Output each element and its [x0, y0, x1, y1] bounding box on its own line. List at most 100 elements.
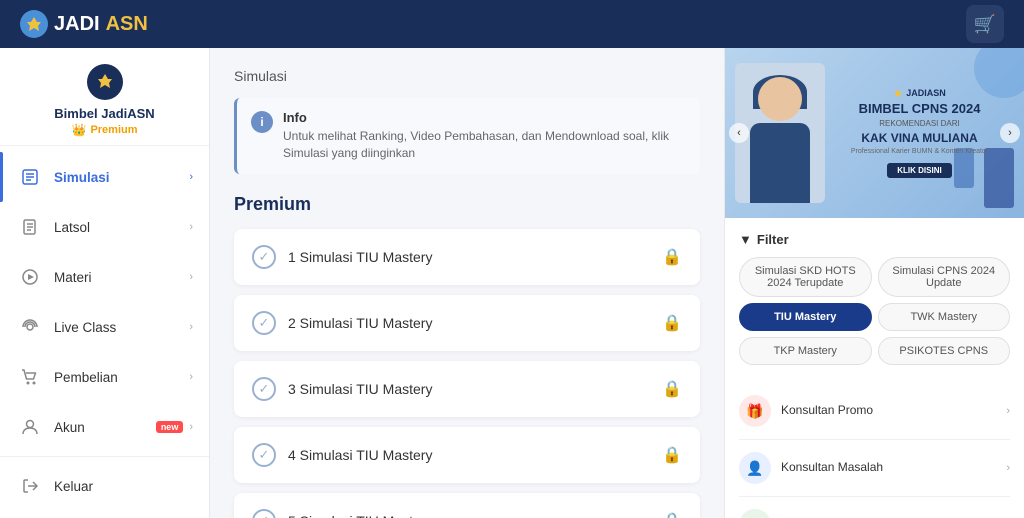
keluar-label: Keluar: [54, 479, 193, 494]
simulasi-item-5[interactable]: ✓ 5 Simulasi TIU Mastery 🔒: [234, 493, 700, 518]
sidebar-item-materi[interactable]: Materi ›: [0, 252, 209, 302]
section-title: Simulasi: [234, 68, 700, 84]
konsultan-promo-icon: 🎁: [739, 395, 771, 427]
banner-cta[interactable]: KLIK DISINI: [887, 163, 951, 178]
filter-skd[interactable]: Simulasi SKD HOTS 2024 Terupdate: [739, 257, 872, 297]
live-class-chevron: ›: [189, 321, 193, 333]
simulasi-chevron: ›: [189, 171, 193, 183]
simulasi-name-5: 5 Simulasi TIU Mastery: [288, 513, 432, 518]
header: JADI ASN 🛒: [0, 0, 1024, 48]
cart-button[interactable]: 🛒: [966, 5, 1004, 43]
lock-icon-3: 🔒: [662, 379, 682, 399]
simulasi-item-4[interactable]: ✓ 4 Simulasi TIU Mastery 🔒: [234, 427, 700, 483]
lock-icon-1: 🔒: [662, 247, 682, 267]
check-icon-1: ✓: [252, 245, 276, 269]
links-section: 🎁 Konsultan Promo › 👤 Konsultan Masalah …: [725, 383, 1024, 518]
filter-tkp[interactable]: TKP Mastery: [739, 337, 872, 365]
check-icon-2: ✓: [252, 311, 276, 335]
live-class-icon: [16, 313, 44, 341]
sidebar: Bimbel JadiASN 👑 Premium Simulasi ›: [0, 48, 210, 518]
akun-label: Akun: [54, 420, 156, 435]
banner-rekomendasi: REKOMENDASI DARI: [833, 119, 1006, 128]
filter-grid: Simulasi SKD HOTS 2024 Terupdate Simulas…: [739, 257, 1010, 365]
filter-title: ▼ Filter: [739, 232, 1010, 247]
sidebar-item-pembelian[interactable]: Pembelian ›: [0, 352, 209, 402]
new-badge: new: [156, 421, 184, 433]
live-class-label: Live Class: [54, 320, 189, 335]
sidebar-brand: Bimbel JadiASN 👑 Premium: [0, 48, 209, 146]
logo-jadi: JADI: [54, 13, 100, 36]
header-logo: JADI ASN: [20, 10, 148, 38]
simulasi-name-4: 4 Simulasi TIU Mastery: [288, 447, 432, 463]
latsol-chevron: ›: [189, 221, 193, 233]
premium-title: Premium: [234, 194, 700, 215]
filter-tiu[interactable]: TIU Mastery: [739, 303, 872, 331]
latsol-label: Latsol: [54, 220, 189, 235]
check-icon-4: ✓: [252, 443, 276, 467]
logo-asn: ASN: [106, 13, 148, 36]
akun-chevron: ›: [189, 421, 193, 433]
banner-area[interactable]: JADIASN BIMBEL CPNS 2024 REKOMENDASI DAR…: [725, 48, 1024, 218]
banner-logo: JADIASN: [833, 88, 1006, 98]
simulasi-name-2: 2 Simulasi TIU Mastery: [288, 315, 432, 331]
lock-icon-4: 🔒: [662, 445, 682, 465]
simulasi-item-1[interactable]: ✓ 1 Simulasi TIU Mastery 🔒: [234, 229, 700, 285]
simulasi-name-1: 1 Simulasi TIU Mastery: [288, 249, 432, 265]
info-desc: Untuk melihat Ranking, Video Pembahasan,…: [283, 128, 686, 162]
konsultan-masalah-chevron: ›: [1006, 462, 1010, 474]
sidebar-logo: [87, 64, 123, 100]
pembelian-label: Pembelian: [54, 370, 189, 385]
sidebar-nav: Simulasi › Latsol › Materi ›: [0, 152, 209, 511]
simulasi-list: ✓ 1 Simulasi TIU Mastery 🔒 ✓ 2 Simulasi …: [234, 229, 700, 518]
materi-chevron: ›: [189, 271, 193, 283]
link-join-grup[interactable]: 👥 Join Grup Gratis Belajar CPNS 2024 ›: [739, 497, 1010, 518]
check-icon-5: ✓: [252, 509, 276, 518]
banner-text-area: JADIASN BIMBEL CPNS 2024 REKOMENDASI DAR…: [825, 88, 1014, 178]
logo-icon: [20, 10, 48, 38]
konsultan-promo-label: Konsultan Promo: [781, 403, 996, 419]
materi-icon: [16, 263, 44, 291]
simulasi-name-3: 3 Simulasi TIU Mastery: [288, 381, 432, 397]
pembelian-icon: [16, 363, 44, 391]
join-grup-icon: 👥: [739, 509, 771, 518]
lock-icon-5: 🔒: [662, 511, 682, 518]
link-konsultan-promo[interactable]: 🎁 Konsultan Promo ›: [739, 383, 1010, 440]
content-area: Simulasi i Info Untuk melihat Ranking, V…: [210, 48, 724, 518]
link-konsultan-masalah[interactable]: 👤 Konsultan Masalah ›: [739, 440, 1010, 497]
premium-badge: 👑 Premium: [71, 123, 137, 137]
filter-icon: ▼: [739, 232, 752, 247]
sidebar-item-akun[interactable]: Akun new ›: [0, 402, 209, 452]
right-panel: JADIASN BIMBEL CPNS 2024 REKOMENDASI DAR…: [724, 48, 1024, 518]
filter-twk[interactable]: TWK Mastery: [878, 303, 1011, 331]
sidebar-item-live-class[interactable]: Live Class ›: [0, 302, 209, 352]
info-box: i Info Untuk melihat Ranking, Video Pemb…: [234, 98, 700, 174]
lock-icon-2: 🔒: [662, 313, 682, 333]
filter-psikotes[interactable]: PSIKOTES CPNS: [878, 337, 1011, 365]
check-icon-3: ✓: [252, 377, 276, 401]
konsultan-promo-chevron: ›: [1006, 405, 1010, 417]
simulasi-label: Simulasi: [54, 170, 189, 185]
filter-section: ▼ Filter Simulasi SKD HOTS 2024 Terupdat…: [725, 232, 1024, 383]
banner-desc: Professional Karier BUMN & Konten Kreato…: [833, 148, 1006, 155]
konsultan-masalah-label: Konsultan Masalah: [781, 460, 996, 476]
banner-prev-button[interactable]: ‹: [729, 123, 749, 143]
konsultan-masalah-icon: 👤: [739, 452, 771, 484]
materi-label: Materi: [54, 270, 189, 285]
simulasi-item-2[interactable]: ✓ 2 Simulasi TIU Mastery 🔒: [234, 295, 700, 351]
banner-name: KAK VINA MULIANA: [833, 131, 1006, 145]
keluar-icon: [16, 472, 44, 500]
latsol-icon: [16, 213, 44, 241]
sidebar-item-latsol[interactable]: Latsol ›: [0, 202, 209, 252]
pembelian-chevron: ›: [189, 371, 193, 383]
sidebar-brand-name: Bimbel JadiASN: [54, 106, 154, 121]
simulasi-item-3[interactable]: ✓ 3 Simulasi TIU Mastery 🔒: [234, 361, 700, 417]
crown-icon: 👑: [71, 123, 86, 137]
filter-cpns[interactable]: Simulasi CPNS 2024 Update: [878, 257, 1011, 297]
sidebar-item-simulasi[interactable]: Simulasi ›: [0, 152, 209, 202]
sidebar-item-keluar[interactable]: Keluar: [0, 461, 209, 511]
info-title: Info: [283, 110, 686, 125]
banner-main-title: BIMBEL CPNS 2024: [833, 102, 1006, 116]
simulasi-icon: [16, 163, 44, 191]
info-icon: i: [251, 111, 273, 133]
banner-next-button[interactable]: ›: [1000, 123, 1020, 143]
